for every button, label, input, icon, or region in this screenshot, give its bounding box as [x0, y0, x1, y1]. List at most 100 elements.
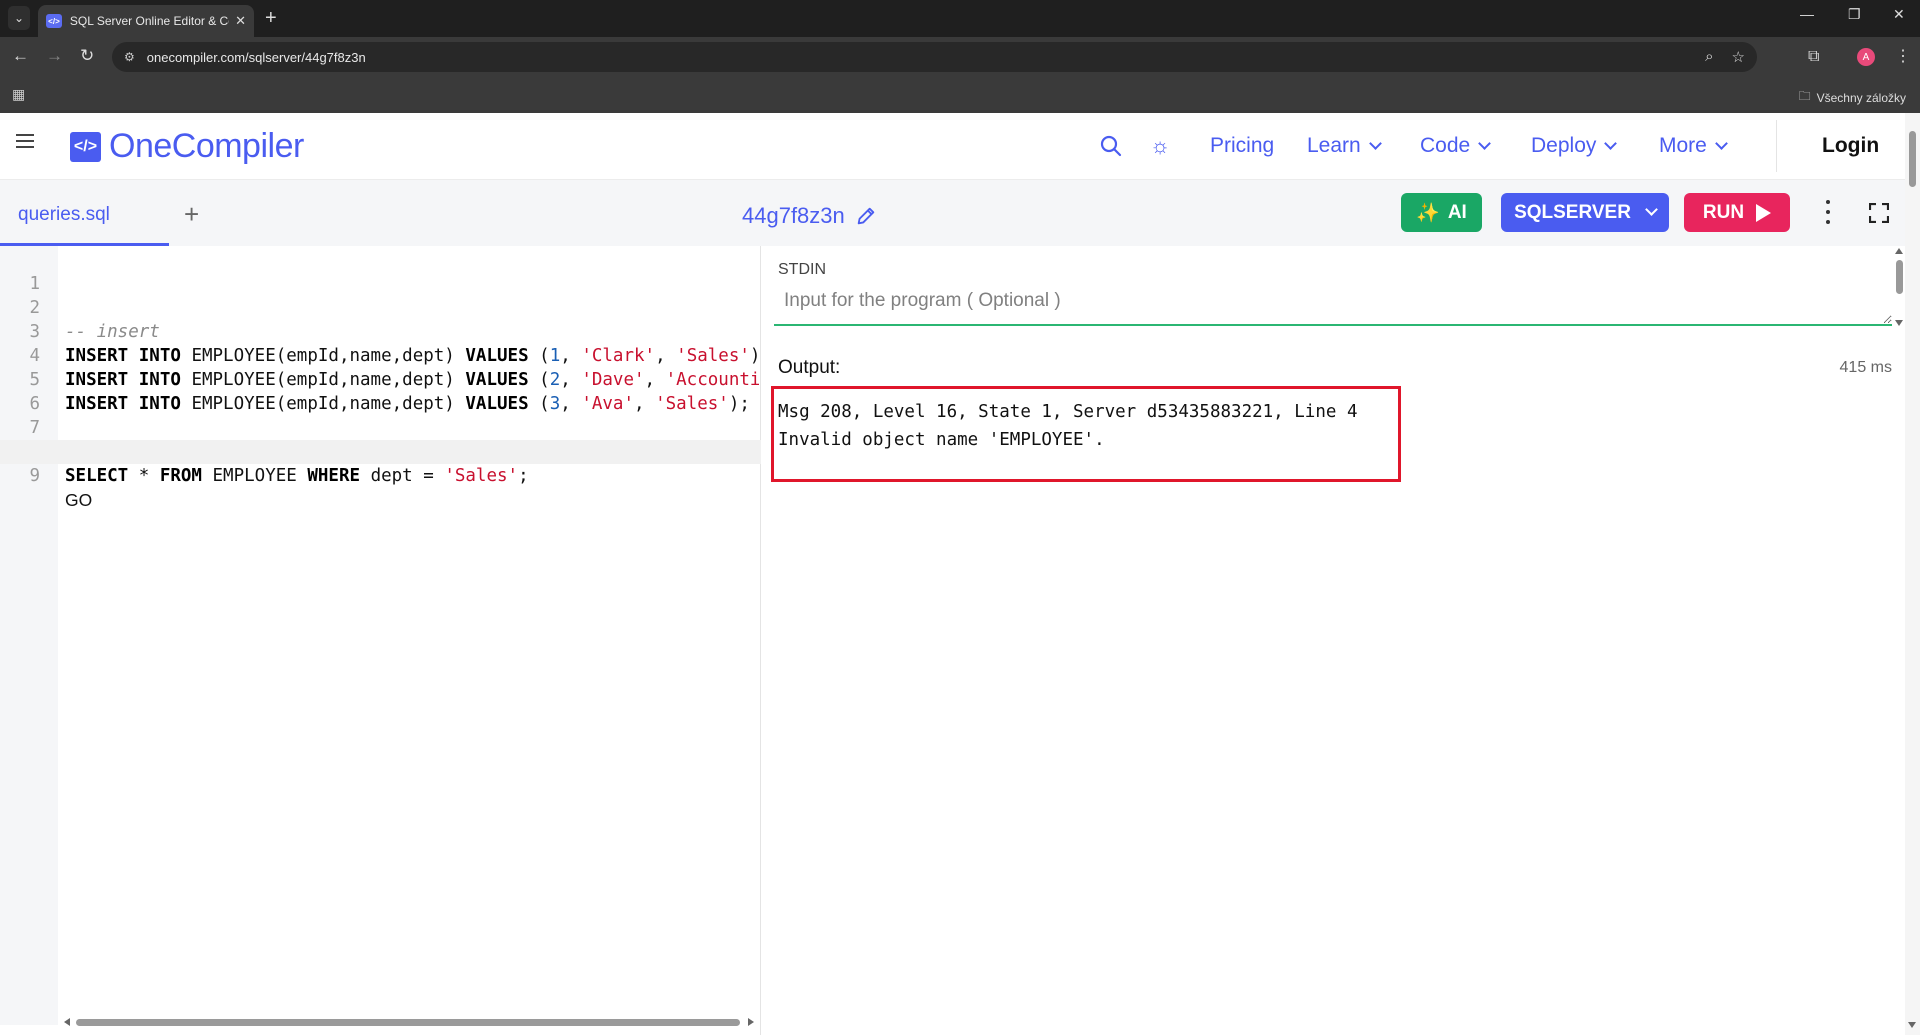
output-label: Output:	[778, 357, 841, 378]
code-line-active[interactable]: 9 GO	[0, 440, 761, 510]
stdin-input[interactable]	[774, 290, 1892, 326]
theme-toggle-icon[interactable]: ☼	[1150, 133, 1170, 159]
code-line[interactable]: 4 INSERT INTO EMPLOYEE(empId,name,dept) …	[0, 320, 761, 390]
output-line: Msg 208, Level 16, State 1, Server d5343…	[778, 402, 1358, 422]
extensions-icon[interactable]: ⧉	[1808, 48, 1819, 66]
window-close-icon[interactable]: ✕	[1893, 6, 1905, 23]
fullscreen-icon[interactable]	[1869, 203, 1889, 223]
logo[interactable]: </> OneCompiler	[70, 127, 304, 166]
site-header: </> OneCompiler ☼ Pricing Learn Code Dep…	[0, 113, 1905, 180]
code-line[interactable]: 8 SELECT * FROM EMPLOYEE WHERE dept = 'S…	[0, 416, 761, 486]
back-icon[interactable]: ←	[12, 46, 29, 66]
chevron-down-icon	[1714, 136, 1728, 150]
nav-pricing[interactable]: Pricing	[1210, 134, 1274, 158]
hamburger-menu-icon[interactable]	[16, 134, 34, 148]
language-label: SQLSERVER	[1514, 201, 1631, 223]
code-editor[interactable]: 1 2 -- insert 3 INSERT INTO EMPLOYEE(emp…	[0, 246, 761, 1035]
code-text[interactable]: SELECT * FROM EMPLOYEE WHERE dept = 'Sal…	[65, 464, 759, 488]
code-line[interactable]: 6	[0, 368, 761, 414]
chevron-down-icon	[1604, 136, 1618, 150]
all-bookmarks-label: Všechny záložky	[1816, 90, 1906, 105]
restore-icon[interactable]: ❐	[1848, 6, 1861, 23]
nav-learn[interactable]: Learn	[1307, 134, 1382, 158]
run-button-label: RUN	[1702, 201, 1745, 223]
logo-mark-icon: </>	[70, 131, 101, 162]
browser-tab[interactable]: </> SQL Server Online Editor & Compiler …	[38, 5, 254, 37]
scrollbar-thumb[interactable]	[76, 1019, 740, 1026]
chevron-down-icon	[1368, 136, 1382, 150]
search-icon[interactable]	[1099, 134, 1123, 158]
nav-deploy[interactable]: Deploy	[1531, 134, 1618, 158]
nav-more[interactable]: More	[1659, 134, 1728, 158]
page-scrollbar[interactable]	[1905, 113, 1920, 1035]
tab-search-button[interactable]: ⌄	[8, 6, 30, 30]
browser-tab-bar: ⌄ </> SQL Server Online Editor & Compile…	[0, 0, 1920, 37]
new-tab-button[interactable]: +	[265, 6, 277, 30]
run-button[interactable]: RUN	[1684, 193, 1790, 232]
apps-grid-icon[interactable]: ▦	[12, 86, 25, 103]
zoom-icon[interactable]: ⌕	[1705, 48, 1713, 66]
nav-pricing-label: Pricing	[1210, 134, 1275, 157]
code-line[interactable]: 7 -- fetch	[0, 392, 761, 462]
project-title[interactable]: 44g7f8z3n	[742, 203, 877, 229]
site-info-icon[interactable]: ⚙	[124, 50, 135, 64]
close-tab-icon[interactable]: ✕	[235, 13, 246, 29]
editor-toolbar: queries.sql + 44g7f8z3n ✨ AI SQLSERVER R…	[0, 180, 1905, 246]
code-text[interactable]: GO	[65, 488, 759, 512]
code-line[interactable]: 1	[0, 248, 761, 294]
nav-more-label: More	[1659, 134, 1707, 157]
scroll-down-icon[interactable]	[1908, 1022, 1916, 1028]
bookmarks-bar: ▦ 🗀 Všechny záložky	[0, 77, 1920, 113]
nav-code[interactable]: Code	[1420, 134, 1492, 158]
code-line[interactable]: 2 -- insert	[0, 272, 761, 342]
logo-text: OneCompiler	[109, 127, 304, 165]
favicon-icon: </>	[46, 14, 62, 28]
nav-learn-label: Learn	[1307, 134, 1361, 157]
ai-button-label: AI	[1447, 201, 1467, 223]
io-panel: STDIN Output: 415 ms Msg 208, Level 16, …	[766, 246, 1905, 1035]
language-select-button[interactable]: SQLSERVER	[1501, 193, 1669, 232]
folder-icon: 🗀	[1798, 89, 1811, 103]
file-tab-queries[interactable]: queries.sql	[0, 180, 169, 246]
editor-horizontal-scrollbar[interactable]	[64, 1017, 754, 1027]
add-file-button[interactable]: +	[184, 199, 199, 230]
code-line[interactable]: 5 INSERT INTO EMPLOYEE(empId,name,dept) …	[0, 344, 761, 414]
profile-avatar[interactable]: A	[1857, 48, 1875, 66]
minimize-icon[interactable]: —	[1800, 6, 1814, 22]
header-divider	[1776, 120, 1777, 172]
chevron-down-icon	[1645, 203, 1658, 216]
browser-menu-icon[interactable]: ⋮	[1895, 46, 1911, 66]
omnibox[interactable]: ⚙ onecompiler.com/sqlserver/44g7f8z3n ⌕ …	[112, 42, 1757, 72]
code-line[interactable]: 3 INSERT INTO EMPLOYEE(empId,name,dept) …	[0, 296, 761, 366]
play-icon	[1756, 203, 1772, 222]
edit-pencil-icon[interactable]	[855, 205, 877, 227]
line-number: 9	[29, 466, 40, 486]
output-line: Invalid object name 'EMPLOYEE'.	[778, 430, 1105, 450]
reload-icon[interactable]: ↻	[80, 46, 94, 66]
stdin-scrollbar[interactable]	[1893, 248, 1905, 328]
bookmark-star-icon[interactable]: ☆	[1732, 48, 1745, 66]
more-options-icon[interactable]	[1823, 200, 1833, 224]
project-id-text: 44g7f8z3n	[742, 203, 845, 228]
scroll-down-icon[interactable]	[1895, 320, 1903, 326]
nav-code-label: Code	[1420, 134, 1471, 157]
ai-button[interactable]: ✨ AI	[1401, 193, 1482, 232]
login-button[interactable]: Login	[1822, 134, 1879, 158]
tab-title: SQL Server Online Editor & Compiler	[69, 14, 229, 28]
all-bookmarks-button[interactable]: 🗀 Všechny záložky	[1799, 87, 1906, 108]
scroll-up-icon[interactable]	[1895, 248, 1903, 254]
address-bar-row: ← → ↻ ⚙ onecompiler.com/sqlserver/44g7f8…	[0, 37, 1920, 77]
stdin-label: STDIN	[778, 261, 826, 278]
chevron-down-icon	[1478, 136, 1492, 150]
scroll-left-icon[interactable]	[64, 1018, 70, 1026]
output-content: Msg 208, Level 16, State 1, Server d5343…	[771, 386, 1401, 482]
forward-icon[interactable]: →	[46, 46, 63, 66]
url-text[interactable]: onecompiler.com/sqlserver/44g7f8z3n	[147, 50, 366, 65]
execution-time: 415 ms	[1839, 359, 1892, 376]
scrollbar-thumb[interactable]	[1896, 260, 1903, 294]
file-tab-label: queries.sql	[18, 204, 110, 225]
sparkle-icon: ✨	[1416, 202, 1440, 224]
scrollbar-thumb[interactable]	[1909, 131, 1916, 187]
scroll-right-icon[interactable]	[748, 1018, 754, 1026]
nav-deploy-label: Deploy	[1531, 134, 1597, 157]
